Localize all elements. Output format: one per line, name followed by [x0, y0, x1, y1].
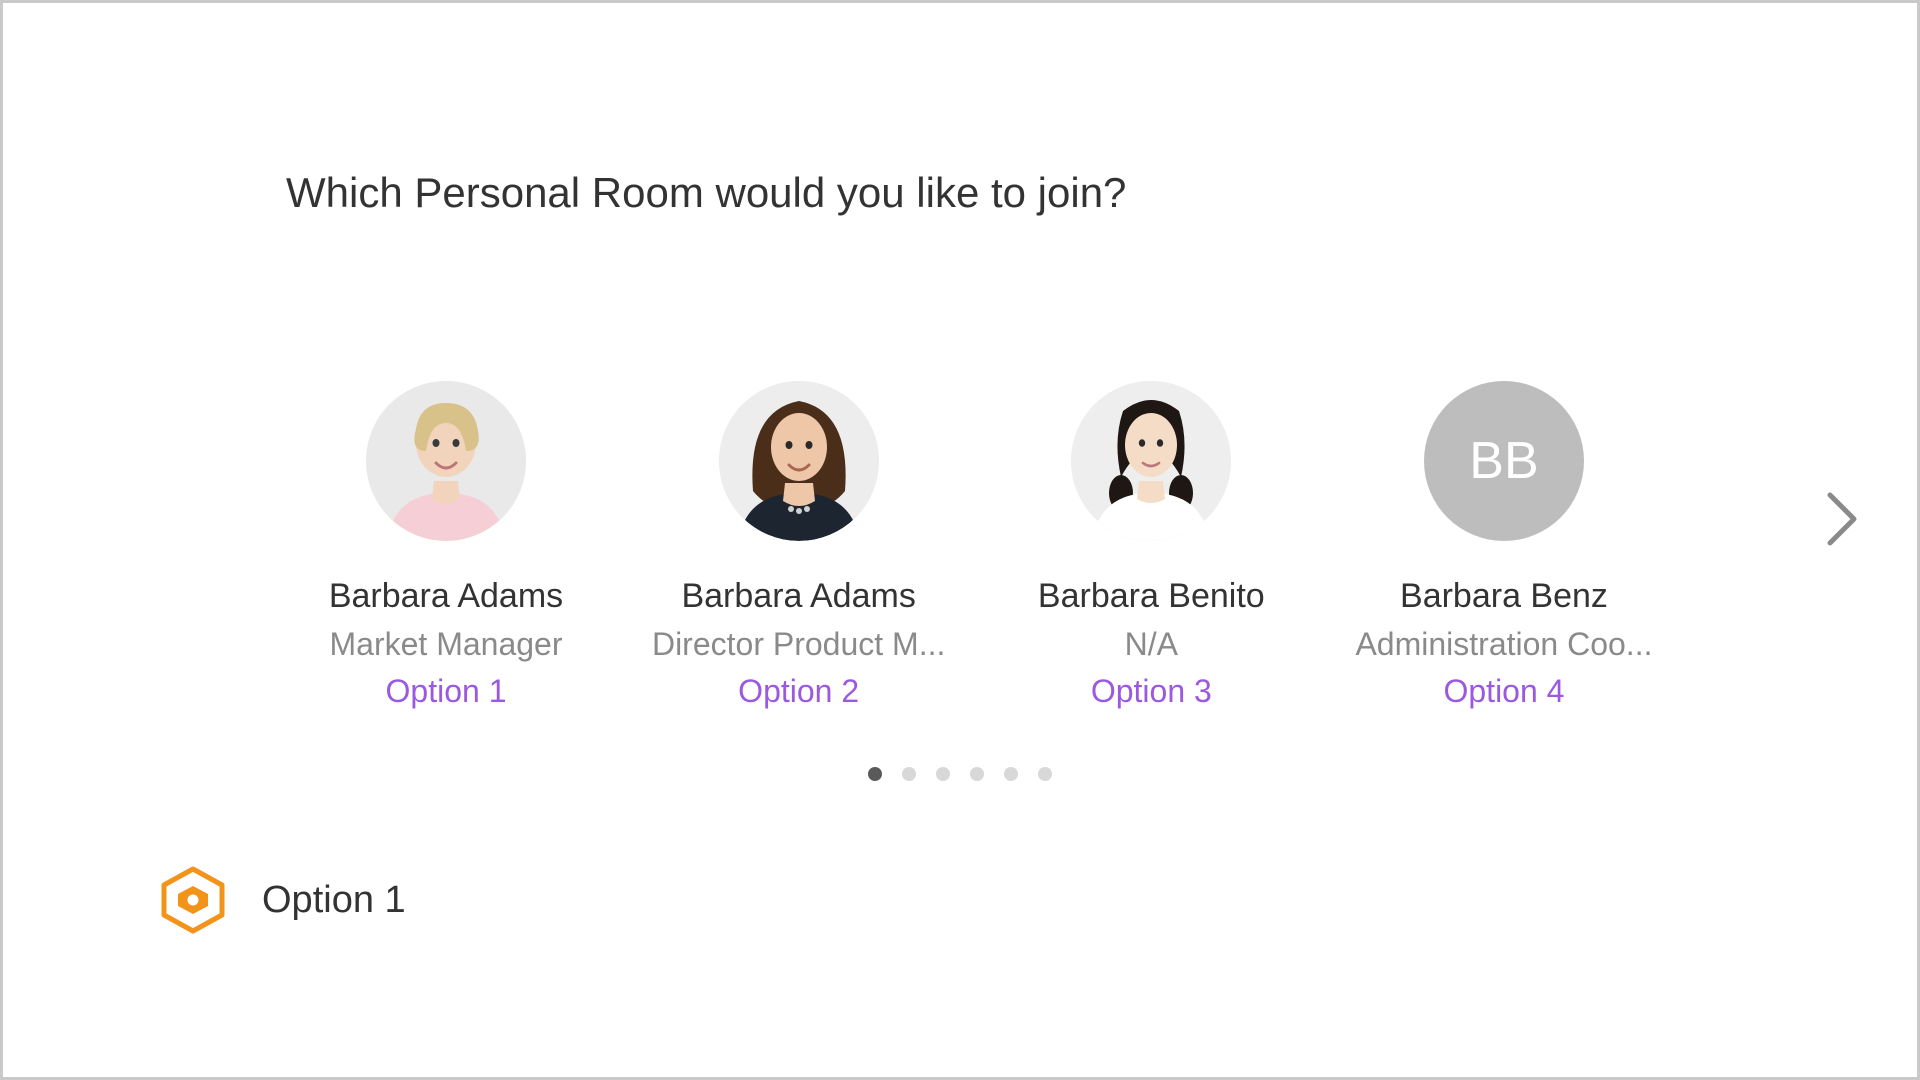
option-label: Option 1: [386, 673, 507, 710]
person-photo-icon: [1071, 381, 1231, 541]
person-card-row: Barbara Adams Market Manager Option 1: [286, 381, 1664, 710]
next-button[interactable]: [1817, 489, 1867, 549]
person-photo-icon: [719, 381, 879, 541]
pagination-dot[interactable]: [970, 767, 984, 781]
person-card[interactable]: Barbara Benito N/A Option 3: [991, 381, 1311, 710]
person-name: Barbara Benz: [1400, 577, 1608, 616]
pagination-dot[interactable]: [1038, 767, 1052, 781]
person-card[interactable]: BB Barbara Benz Administration Coo... Op…: [1344, 381, 1664, 710]
page-title: Which Personal Room would you like to jo…: [286, 169, 1126, 217]
person-title: Administration Coo...: [1355, 626, 1652, 663]
avatar: BB: [1424, 381, 1584, 541]
avatar-initials: BB: [1424, 381, 1584, 541]
pagination-dot[interactable]: [936, 767, 950, 781]
person-card[interactable]: Barbara Adams Director Product M... Opti…: [639, 381, 959, 710]
pagination-dots: [3, 767, 1917, 781]
option-label: Option 2: [738, 673, 859, 710]
footer-option-label: Option 1: [262, 879, 406, 922]
avatar: [1071, 381, 1231, 541]
footer-row: Option 1: [158, 865, 406, 935]
pagination-dot[interactable]: [868, 767, 882, 781]
window-frame: Which Personal Room would you like to jo…: [0, 0, 1920, 1080]
pagination-dot[interactable]: [1004, 767, 1018, 781]
person-name: Barbara Adams: [329, 577, 563, 616]
person-title: N/A: [1125, 626, 1178, 663]
person-title: Director Product M...: [652, 626, 945, 663]
option-label: Option 4: [1443, 673, 1564, 710]
chevron-right-icon: [1824, 491, 1860, 547]
person-photo-icon: [366, 381, 526, 541]
person-name: Barbara Benito: [1038, 577, 1265, 616]
avatar: [719, 381, 879, 541]
person-card[interactable]: Barbara Adams Market Manager Option 1: [286, 381, 606, 710]
person-name: Barbara Adams: [681, 577, 915, 616]
avatar: [366, 381, 526, 541]
person-title: Market Manager: [330, 626, 563, 663]
option-label: Option 3: [1091, 673, 1212, 710]
pagination-dot[interactable]: [902, 767, 916, 781]
hexagon-icon: [158, 865, 228, 935]
